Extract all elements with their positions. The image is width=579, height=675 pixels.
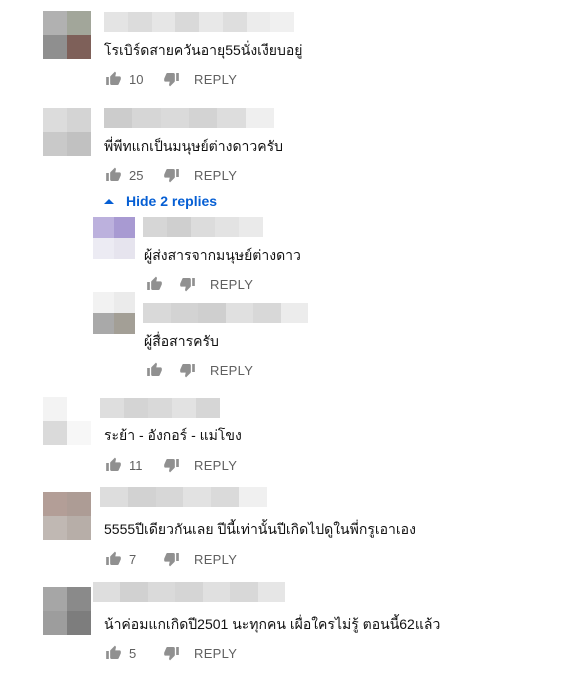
comment-text: พี่พีทแกเป็นมนุษย์ต่างดาวครับ bbox=[104, 138, 284, 154]
comment-text: น้าค่อมแกเกิดปี2501 นะทุกคน เผื่อใครไม่ร… bbox=[104, 616, 441, 632]
reply-button[interactable]: REPLY bbox=[210, 363, 253, 378]
reply-button[interactable]: REPLY bbox=[194, 168, 237, 183]
comment-text: ระย้า - อังกอร์ - แม่โขง bbox=[104, 427, 242, 443]
author-name[interactable] bbox=[100, 487, 267, 507]
comment-text: ผู้ส่งสารจากมนุษย์ต่างดาว bbox=[144, 247, 301, 263]
like-count: 7 bbox=[129, 551, 137, 567]
author-name[interactable] bbox=[100, 398, 220, 418]
dislike-icon[interactable] bbox=[163, 551, 180, 567]
avatar[interactable] bbox=[43, 11, 91, 59]
reply-button[interactable]: REPLY bbox=[194, 552, 237, 567]
like-icon[interactable] bbox=[105, 645, 122, 661]
author-name[interactable] bbox=[93, 582, 285, 602]
dislike-icon[interactable] bbox=[179, 276, 196, 292]
like-count: 5 bbox=[129, 645, 137, 661]
like-icon[interactable] bbox=[146, 362, 163, 378]
avatar[interactable] bbox=[93, 217, 135, 259]
comment-text: โรเบิร์ดสายควันอายุ55นั่งเงียบอยู่ bbox=[104, 42, 303, 58]
reply-button[interactable]: REPLY bbox=[194, 646, 237, 661]
like-icon[interactable] bbox=[105, 457, 122, 473]
author-name[interactable] bbox=[143, 303, 308, 323]
like-icon[interactable] bbox=[105, 167, 122, 183]
comment-text: ผู้สื่อสารครับ bbox=[144, 333, 219, 349]
like-icon[interactable] bbox=[105, 551, 122, 567]
avatar[interactable] bbox=[93, 292, 135, 334]
avatar[interactable] bbox=[43, 587, 91, 635]
author-name[interactable] bbox=[143, 217, 263, 237]
dislike-icon[interactable] bbox=[163, 167, 180, 183]
author-name[interactable] bbox=[104, 108, 274, 128]
dislike-icon[interactable] bbox=[179, 362, 196, 378]
hide-replies-label: Hide 2 replies bbox=[126, 193, 218, 209]
like-count: 25 bbox=[129, 167, 144, 183]
avatar[interactable] bbox=[43, 108, 91, 156]
like-icon[interactable] bbox=[105, 71, 122, 87]
dislike-icon[interactable] bbox=[163, 457, 180, 473]
avatar[interactable] bbox=[43, 492, 91, 540]
reply-button[interactable]: REPLY bbox=[194, 458, 237, 473]
dislike-icon[interactable] bbox=[163, 645, 180, 661]
reply-button[interactable]: REPLY bbox=[210, 277, 253, 292]
like-icon[interactable] bbox=[146, 276, 163, 292]
reply-button[interactable]: REPLY bbox=[194, 72, 237, 87]
comment-text: 5555ปีเดียวกันเลย ปีนี้เท่านั้นปีเกิดไปด… bbox=[104, 521, 416, 537]
avatar[interactable] bbox=[43, 397, 91, 445]
hide-replies-button[interactable]: Hide 2 replies bbox=[104, 193, 217, 209]
author-name[interactable] bbox=[104, 12, 294, 32]
like-count: 11 bbox=[129, 457, 143, 473]
like-count: 10 bbox=[129, 71, 144, 87]
caret-up-icon bbox=[104, 198, 114, 204]
dislike-icon[interactable] bbox=[163, 71, 180, 87]
